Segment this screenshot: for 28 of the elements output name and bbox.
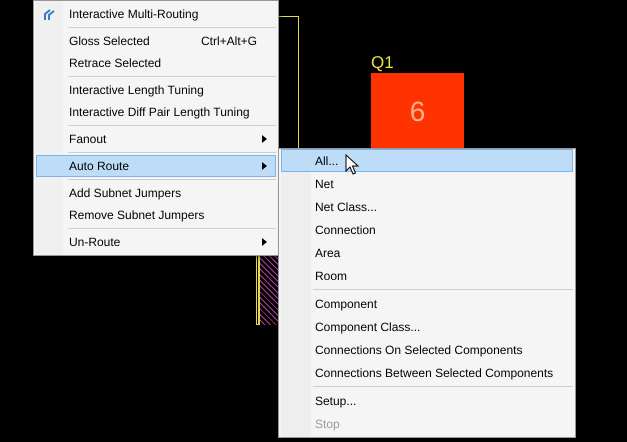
menu-item[interactable]: Remove Subnet Jumpers [36,204,276,226]
mouse-cursor-icon [345,154,359,176]
menu-item[interactable]: Interactive Diff Pair Length Tuning [36,101,276,123]
menu-item[interactable]: Fanout [36,128,276,150]
menu-item[interactable]: Connection [281,218,573,241]
menu-item[interactable]: Add Subnet Jumpers [36,182,276,204]
submenu-arrow-icon [262,238,267,246]
submenu-arrow-icon [262,162,267,170]
submenu-arrow-icon [262,135,267,143]
menu-item[interactable]: Net Class... [281,195,573,218]
menu-item[interactable]: Connections Between Selected Components [281,361,573,384]
menu-item[interactable]: Gloss Selected Ctrl+Alt+G [36,30,276,52]
component-designator: Q1 [371,52,394,74]
menu-item[interactable]: Room [281,264,573,287]
menu-item[interactable]: Component Class... [281,315,573,338]
menu-item[interactable]: Un-Route [36,231,276,253]
menu-item[interactable]: Auto Route [36,155,276,177]
menu-item[interactable]: Net [281,172,573,195]
menu-item[interactable]: Setup... [281,389,573,412]
menu-item[interactable]: Interactive Length Tuning [36,79,276,101]
menu-item[interactable]: Connections On Selected Components [281,338,573,361]
menu-item[interactable]: Interactive Multi-Routing [36,3,276,25]
pad: 6 [371,73,464,151]
menu-item[interactable]: Retrace Selected [36,52,276,74]
shortcut-text: Ctrl+Alt+G [200,33,258,50]
menu-item[interactable]: Component [281,292,573,315]
menu-item[interactable]: All... [281,149,573,172]
menu-item[interactable]: Area [281,241,573,264]
